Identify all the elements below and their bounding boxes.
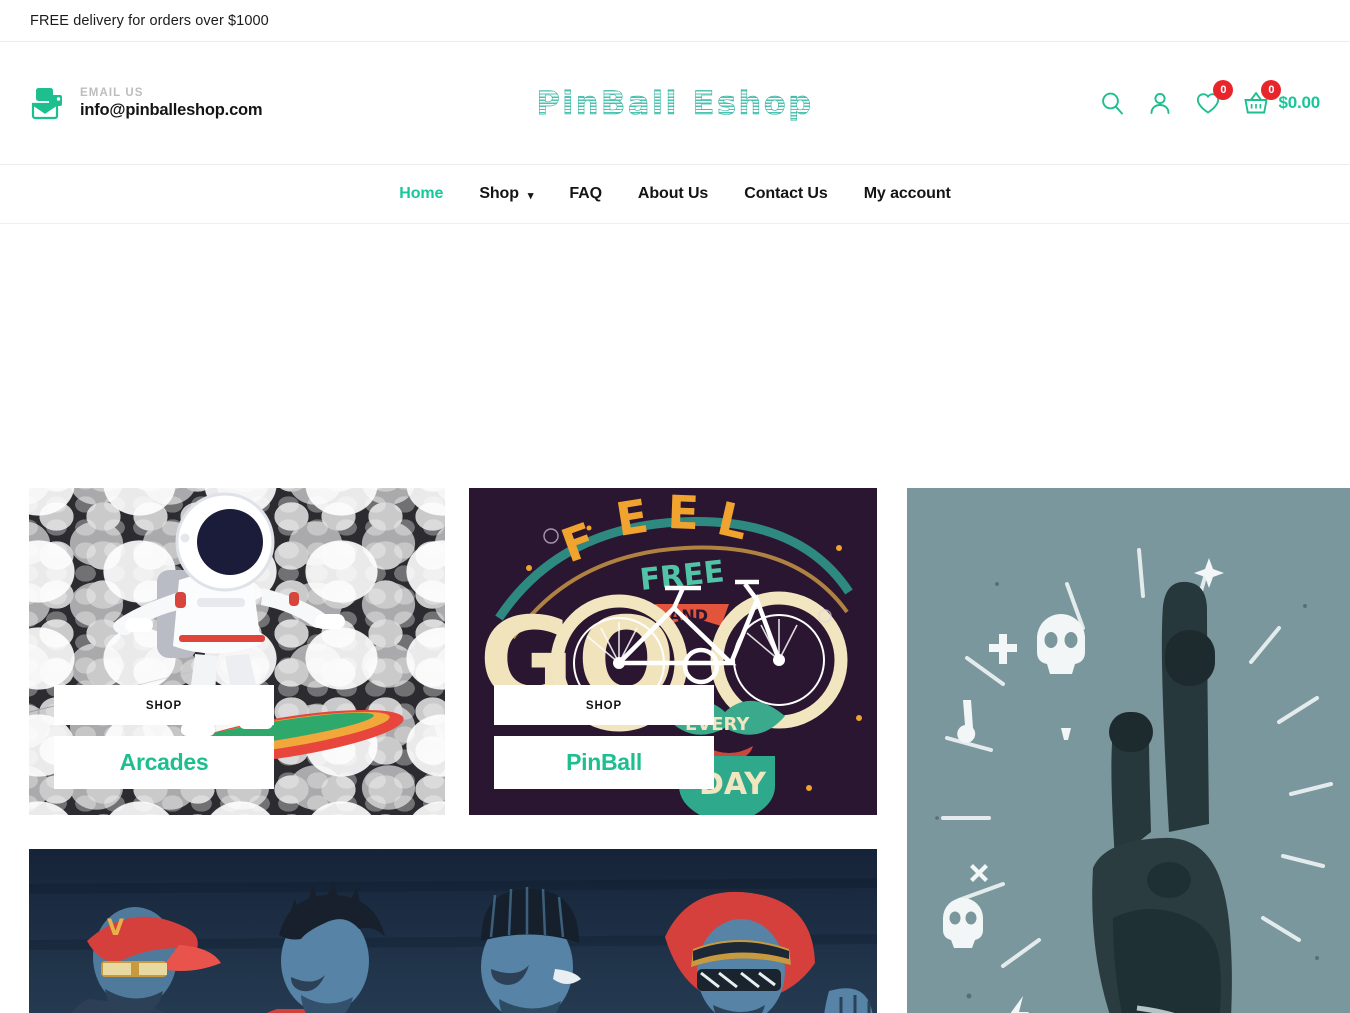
category-title-label: Arcades — [119, 749, 209, 775]
email-address[interactable]: info@pinballeshop.com — [80, 100, 263, 121]
email-label: EMAIL US — [80, 86, 144, 99]
nav-item-shop[interactable]: Shop ▾ — [461, 185, 551, 203]
cart-total[interactable]: $0.00 — [1278, 93, 1320, 113]
svg-text:V: V — [107, 916, 124, 941]
category-tag-label: SHOP — [145, 700, 183, 712]
nav-label: Home — [399, 185, 444, 202]
category-tag[interactable]: SHOP — [494, 685, 714, 725]
nav-label: About Us — [637, 185, 709, 202]
site-logo[interactable]: PinBall Eshop — [536, 84, 813, 123]
category-title-label: PinBall — [566, 749, 642, 775]
category-card-classics[interactable]: LET'S ROCK TRENDING Classics — [907, 488, 1350, 1013]
site-header: EMAIL US info@pinballeshop.com PinBall E… — [0, 42, 1350, 165]
header-actions: 0 0 $0.00 — [1098, 80, 1320, 117]
category-card-table-games[interactable]: V — [29, 849, 877, 1013]
mail-icon — [30, 86, 66, 120]
chevron-down-icon: ▾ — [527, 189, 534, 202]
category-title[interactable]: PinBall — [494, 736, 714, 789]
crowd-illustration-artwork: V — [29, 849, 877, 1013]
category-card-pinball[interactable]: F E E L FREE AND G O EVERY DAY SHOP PinB… — [469, 488, 877, 815]
lets-rock-artwork: LET'S ROCK — [907, 488, 1350, 1013]
nav-label: Shop — [479, 185, 519, 202]
email-contact-block[interactable]: EMAIL US info@pinballeshop.com — [30, 86, 330, 121]
nav-label: Contact Us — [744, 185, 828, 202]
category-grid: SHOP Arcades F E E L FREE AND G O EVERY … — [0, 224, 1350, 1013]
wishlist-count-badge: 0 — [1213, 80, 1234, 100]
cart-group[interactable]: 0 $0.00 — [1242, 80, 1320, 117]
nav-label: My account — [863, 185, 951, 202]
svg-text:L: L — [713, 491, 754, 550]
category-overlay: SHOP Arcades — [54, 685, 274, 789]
nav-item-contact-us[interactable]: Contact Us — [726, 185, 845, 203]
nav-item-faq[interactable]: FAQ — [551, 185, 620, 203]
nav-item-home[interactable]: Home — [381, 185, 461, 203]
svg-text:E: E — [612, 489, 651, 547]
user-icon[interactable] — [1146, 89, 1174, 117]
announcement-text: FREE delivery for orders over $1000 — [30, 12, 269, 29]
svg-text:E: E — [667, 488, 700, 540]
category-overlay: SHOP PinBall — [494, 685, 714, 789]
wishlist-icon[interactable]: 0 — [1194, 80, 1234, 117]
announcement-bar: FREE delivery for orders over $1000 — [0, 0, 1350, 42]
search-icon[interactable] — [1098, 89, 1126, 117]
category-title[interactable]: Arcades — [54, 736, 274, 789]
category-tag[interactable]: SHOP — [54, 685, 274, 725]
category-card-arcades[interactable]: SHOP Arcades — [29, 488, 445, 815]
nav-item-about-us[interactable]: About Us — [620, 185, 726, 203]
category-tag-label: SHOP — [585, 700, 623, 712]
nav-item-my-account[interactable]: My account — [846, 185, 969, 203]
basket-icon[interactable]: 0 — [1242, 80, 1282, 117]
nav-label: FAQ — [569, 185, 602, 202]
main-navigation: Home Shop ▾ FAQ About Us Contact Us My a… — [0, 165, 1350, 224]
